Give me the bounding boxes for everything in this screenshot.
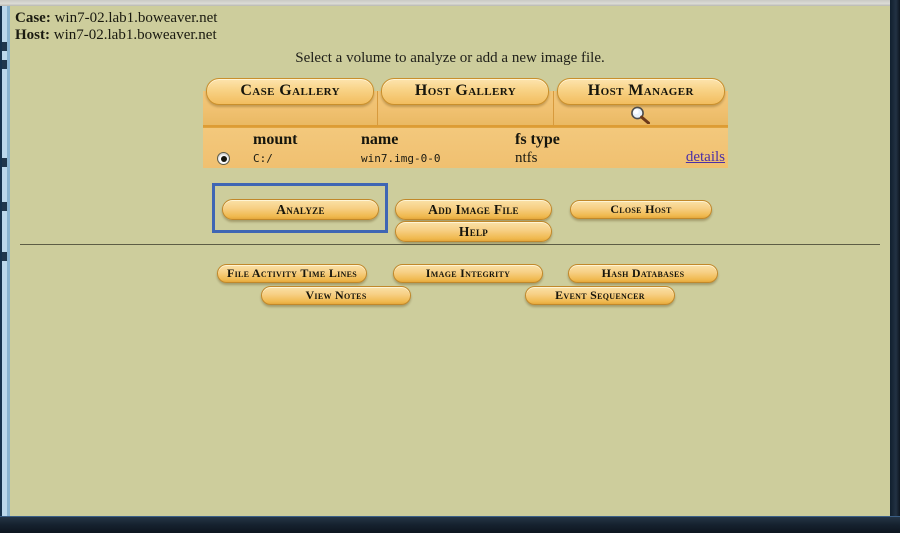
host-line: Host: win7-02.lab1.boweaver.net bbox=[15, 27, 217, 44]
column-header-name: name bbox=[361, 131, 399, 148]
cell-fs-type: ntfs bbox=[515, 150, 538, 166]
file-activity-time-lines-button[interactable]: File Activity Time Lines bbox=[217, 264, 367, 283]
window-right-edge bbox=[890, 0, 900, 533]
close-host-button[interactable]: Close Host bbox=[570, 200, 712, 219]
cell-name: win7.img-0-0 bbox=[361, 152, 441, 165]
hash-databases-button[interactable]: Hash Databases bbox=[568, 264, 718, 283]
volume-table: mount name fs type C:/ win7.img-0-0 ntfs… bbox=[203, 127, 728, 168]
case-label: Case: bbox=[15, 10, 51, 26]
section-divider bbox=[20, 244, 880, 245]
page-instruction: Select a volume to analyze or add a new … bbox=[295, 50, 605, 66]
tab-host-gallery[interactable]: Host Gallery bbox=[378, 78, 554, 127]
case-value: win7-02.lab1.boweaver.net bbox=[54, 10, 218, 26]
browser-page: Case: win7-02.lab1.boweaver.net Host: wi… bbox=[10, 6, 890, 516]
tab-case-gallery[interactable]: Case Gallery bbox=[203, 78, 379, 127]
view-notes-button[interactable]: View Notes bbox=[261, 286, 411, 305]
event-sequencer-button[interactable]: Event Sequencer bbox=[525, 286, 675, 305]
window-left-edge bbox=[0, 6, 10, 516]
host-label: Host: bbox=[15, 27, 50, 43]
analyze-button[interactable]: Analyze bbox=[222, 199, 379, 220]
desktop: Case: win7-02.lab1.boweaver.net Host: wi… bbox=[0, 0, 900, 533]
column-header-fs-type: fs type bbox=[515, 131, 560, 148]
tab-host-manager[interactable]: Host Manager bbox=[553, 78, 728, 127]
rail-mark bbox=[2, 202, 7, 211]
volume-radio-button[interactable] bbox=[217, 152, 230, 165]
tab-host-gallery-label[interactable]: Host Gallery bbox=[381, 78, 550, 105]
tab-strip: Case Gallery Host Gallery Host Manager bbox=[203, 78, 728, 127]
tab-case-gallery-label[interactable]: Case Gallery bbox=[206, 78, 375, 105]
help-button[interactable]: Help bbox=[395, 221, 552, 242]
details-link[interactable]: details bbox=[686, 149, 725, 166]
host-value: win7-02.lab1.boweaver.net bbox=[53, 27, 217, 43]
add-image-file-button[interactable]: Add Image File bbox=[395, 199, 552, 220]
rail-mark bbox=[2, 42, 7, 51]
host-manager-tab-widget: Case Gallery Host Gallery Host Manager m… bbox=[203, 77, 728, 168]
image-integrity-button[interactable]: Image Integrity bbox=[393, 264, 543, 283]
rail-mark bbox=[2, 158, 7, 167]
cell-mount: C:/ bbox=[253, 152, 273, 165]
magnifier-icon bbox=[630, 106, 650, 124]
rail-mark bbox=[2, 60, 7, 69]
case-host-header: Case: win7-02.lab1.boweaver.net Host: wi… bbox=[15, 10, 217, 44]
tab-host-manager-label[interactable]: Host Manager bbox=[556, 78, 725, 105]
case-line: Case: win7-02.lab1.boweaver.net bbox=[15, 10, 217, 27]
taskbar[interactable] bbox=[0, 516, 900, 533]
column-header-mount: mount bbox=[253, 131, 298, 148]
rail-mark bbox=[2, 252, 7, 261]
